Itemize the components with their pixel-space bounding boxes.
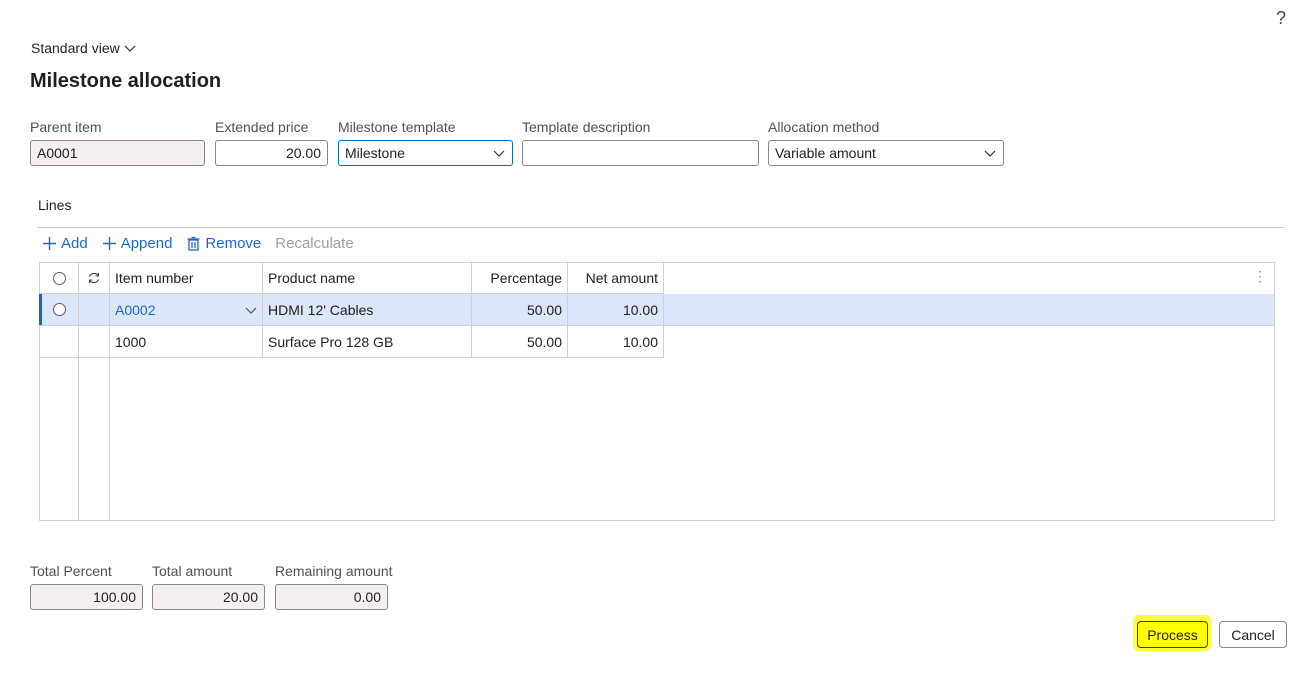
total-amount-value: 20.00 bbox=[222, 589, 258, 605]
product-name-cell[interactable]: Surface Pro 128 GB bbox=[263, 326, 472, 358]
remaining-amount-field: 0.00 bbox=[275, 584, 388, 610]
item-number-value[interactable]: A0002 bbox=[115, 302, 155, 318]
product-name-cell[interactable]: HDMI 12' Cables bbox=[263, 294, 472, 326]
remaining-amount-label: Remaining amount bbox=[275, 563, 393, 579]
select-all-radio[interactable] bbox=[52, 271, 66, 285]
lines-toolbar: Add Append Remove Recalculate bbox=[42, 235, 354, 252]
total-percent-value: 100.00 bbox=[93, 589, 136, 605]
lines-grid: Item number Product name Percentage Net … bbox=[39, 262, 1275, 521]
table-row-cell bbox=[79, 294, 110, 326]
percentage-cell[interactable]: 50.00 bbox=[472, 326, 568, 358]
column-header-item-number[interactable]: Item number bbox=[110, 263, 263, 294]
view-selector-label: Standard view bbox=[31, 40, 120, 56]
append-button[interactable]: Append bbox=[102, 235, 173, 252]
append-button-label: Append bbox=[120, 235, 173, 252]
selected-row-indicator bbox=[39, 294, 42, 325]
parent-item-label: Parent item bbox=[30, 119, 102, 135]
net-amount-cell[interactable]: 10.00 bbox=[568, 294, 664, 326]
row-select-radio[interactable] bbox=[52, 303, 66, 316]
plus-icon bbox=[43, 237, 56, 250]
remove-button[interactable]: Remove bbox=[186, 235, 261, 252]
template-description-field[interactable] bbox=[522, 140, 759, 166]
allocation-method-select[interactable]: Variable amount bbox=[768, 140, 1004, 166]
select-all-cell[interactable] bbox=[40, 263, 79, 294]
total-percent-label: Total Percent bbox=[30, 563, 112, 579]
column-header-net-amount[interactable]: Net amount bbox=[568, 263, 664, 294]
recalculate-button-label: Recalculate bbox=[275, 235, 354, 252]
chevron-down-icon bbox=[493, 150, 505, 157]
extended-price-value: 20.00 bbox=[285, 145, 321, 161]
parent-item-field[interactable]: A0001 bbox=[30, 140, 205, 166]
add-button[interactable]: Add bbox=[42, 235, 88, 252]
chevron-down-icon bbox=[245, 307, 257, 314]
plus-icon bbox=[102, 237, 116, 250]
percentage-cell[interactable]: 50.00 bbox=[472, 294, 568, 326]
add-button-label: Add bbox=[61, 235, 88, 252]
refresh-cell[interactable] bbox=[79, 263, 110, 294]
divider bbox=[38, 227, 1284, 228]
more-options-icon[interactable]: ⋮ bbox=[1253, 268, 1267, 285]
parent-item-value: A0001 bbox=[37, 145, 78, 161]
template-description-label: Template description bbox=[522, 119, 651, 135]
column-header-product-name[interactable]: Product name bbox=[263, 263, 472, 294]
extended-price-label: Extended price bbox=[215, 119, 309, 135]
milestone-template-label: Milestone template bbox=[338, 119, 456, 135]
table-row-cell bbox=[79, 326, 110, 358]
remaining-amount-value: 0.00 bbox=[353, 589, 381, 605]
process-button[interactable]: Process bbox=[1137, 621, 1208, 648]
item-number-cell[interactable]: 1000 bbox=[110, 326, 263, 358]
column-divider bbox=[109, 358, 110, 520]
total-amount-field: 20.00 bbox=[152, 584, 265, 610]
net-amount-cell[interactable]: 10.00 bbox=[568, 326, 664, 358]
extended-price-field[interactable]: 20.00 bbox=[215, 140, 328, 166]
column-divider bbox=[78, 358, 79, 520]
total-amount-label: Total amount bbox=[152, 563, 233, 579]
recalculate-button[interactable]: Recalculate bbox=[275, 235, 353, 252]
view-selector[interactable]: Standard view bbox=[31, 40, 136, 56]
milestone-template-select[interactable]: Milestone bbox=[338, 140, 513, 166]
help-icon[interactable]: ? bbox=[1276, 8, 1286, 29]
lines-section-title: Lines bbox=[38, 197, 72, 213]
chevron-down-icon bbox=[124, 45, 136, 52]
table-row-select-cell[interactable] bbox=[40, 326, 79, 358]
total-percent-field: 100.00 bbox=[30, 584, 143, 610]
trash-icon bbox=[187, 236, 200, 251]
column-header-percentage[interactable]: Percentage bbox=[472, 263, 568, 294]
cancel-button[interactable]: Cancel bbox=[1219, 621, 1287, 648]
milestone-template-value: Milestone bbox=[345, 145, 405, 161]
table-row-filler bbox=[664, 294, 1274, 326]
allocation-method-value: Variable amount bbox=[775, 145, 876, 161]
chevron-down-icon bbox=[984, 150, 996, 157]
item-number-select[interactable]: A0002 bbox=[110, 294, 263, 326]
remove-button-label: Remove bbox=[205, 235, 262, 252]
table-row-select-cell[interactable] bbox=[40, 294, 79, 326]
refresh-icon[interactable] bbox=[87, 271, 101, 285]
page-title: Milestone allocation bbox=[30, 70, 222, 92]
allocation-method-label: Allocation method bbox=[768, 119, 880, 135]
